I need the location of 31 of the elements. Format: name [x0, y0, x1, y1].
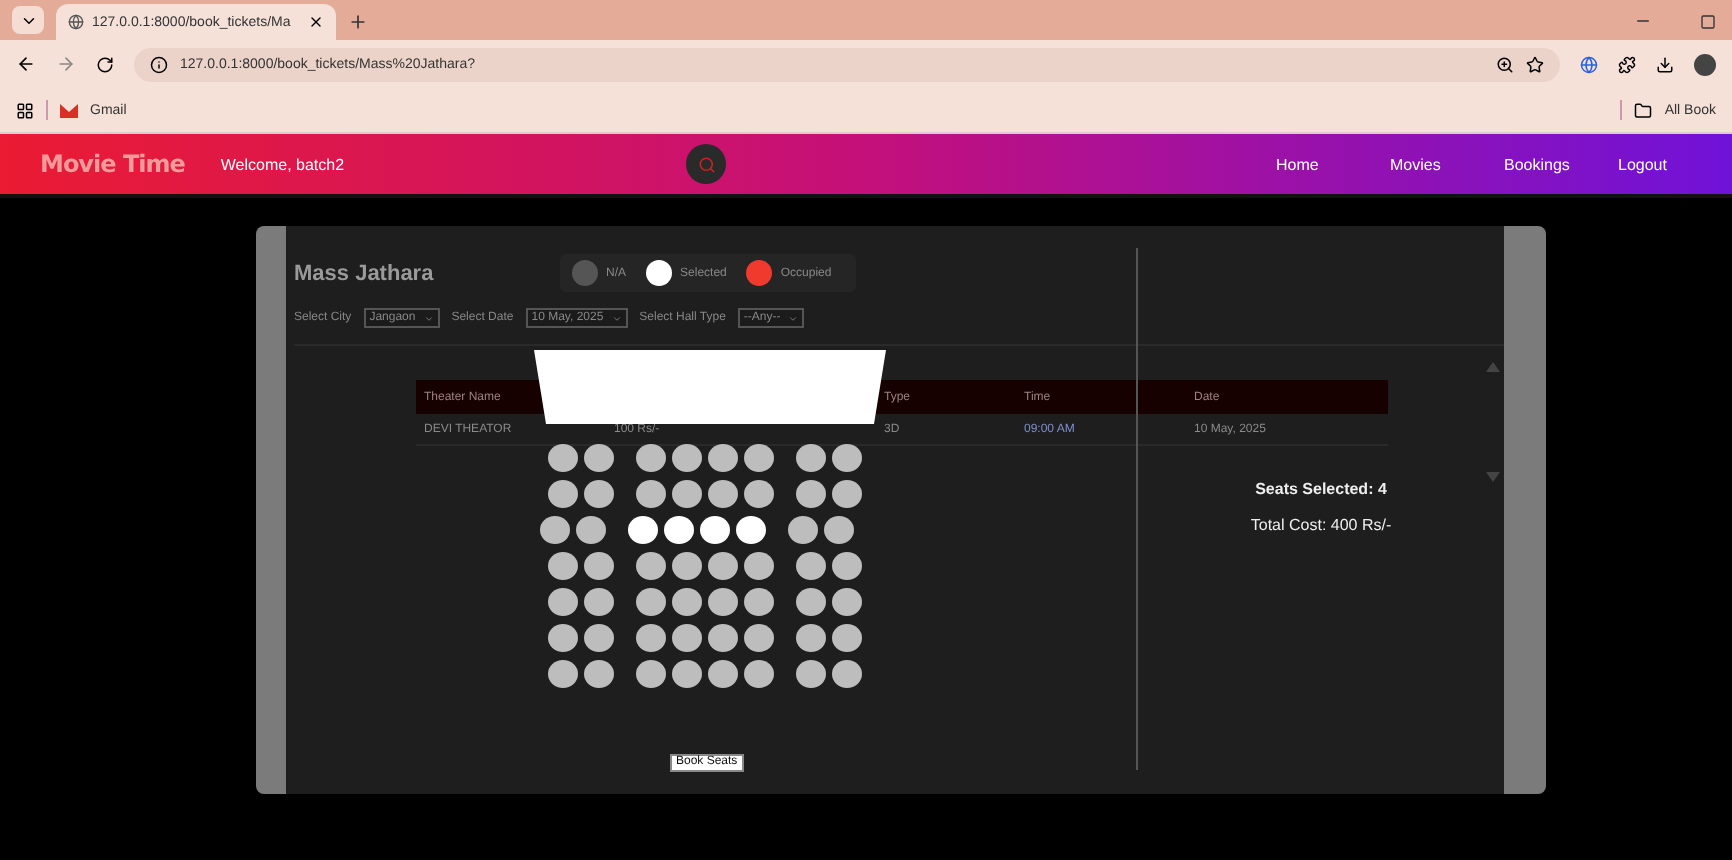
chevron-down-icon	[611, 313, 622, 323]
close-icon[interactable]	[308, 14, 324, 30]
nav-link[interactable]: Logout	[1618, 155, 1732, 173]
search-icon	[697, 155, 716, 173]
extension-icon[interactable]	[1580, 55, 1598, 73]
download-icon[interactable]	[1656, 55, 1674, 73]
zoom-icon[interactable]	[1496, 55, 1514, 73]
tab-list-button[interactable]	[12, 6, 44, 34]
nav-link[interactable]: Home	[1276, 155, 1390, 173]
chevron-down-icon	[788, 313, 799, 323]
back-icon[interactable]	[16, 54, 36, 74]
apps-icon[interactable]	[16, 101, 34, 119]
welcome-text: Welcome, batch2	[220, 155, 347, 173]
total-cost-text: Total Cost: 400 Rs/-	[1250, 516, 1392, 534]
new-tab-icon[interactable]	[348, 12, 368, 32]
seats-selected-text: Seats Selected: 4	[1255, 480, 1387, 498]
profile-icon[interactable]	[1694, 53, 1716, 75]
maximize-icon[interactable]	[1700, 14, 1716, 30]
puzzle-icon[interactable]	[1618, 55, 1636, 73]
star-icon[interactable]	[1526, 55, 1544, 73]
forward-icon[interactable]	[56, 54, 76, 74]
mail-icon	[60, 103, 78, 117]
nav-link[interactable]: Bookings	[1504, 155, 1618, 173]
movie-title: Mass Jathara	[294, 261, 436, 285]
globe-icon	[68, 14, 84, 30]
nav-link[interactable]: Movies	[1390, 155, 1504, 173]
info-icon	[150, 55, 168, 73]
chevron-down-icon	[423, 313, 434, 323]
reload-icon[interactable]	[96, 55, 114, 73]
folder-icon	[1634, 101, 1653, 119]
search-button[interactable]	[686, 144, 727, 184]
